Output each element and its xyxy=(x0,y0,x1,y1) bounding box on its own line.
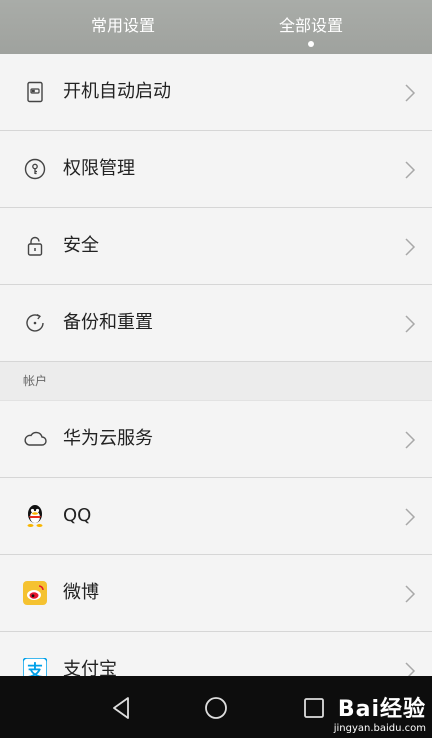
settings-item-label: QQ xyxy=(63,505,92,526)
chevron-right-icon xyxy=(405,84,416,102)
settings-item-label: 微博 xyxy=(63,582,99,603)
back-triangle-icon[interactable] xyxy=(108,694,136,722)
backup-reset-icon xyxy=(23,311,47,335)
settings-item-label: 华为云服务 xyxy=(63,428,153,449)
tab-common-settings[interactable]: 常用设置 xyxy=(33,0,213,54)
settings-item-permissions[interactable]: 权限管理 xyxy=(0,131,432,208)
chevron-right-icon xyxy=(405,431,416,449)
settings-list: 开机自动启动 权限管理 安全 备份和重置 帐户 华为云服务 QQ 微博 支 支付… xyxy=(0,54,432,709)
system-navigation-bar: Bai经验 jingyan.baidu.com xyxy=(0,676,432,738)
weibo-icon xyxy=(23,581,47,605)
settings-item-label: 权限管理 xyxy=(63,158,135,179)
section-header-account: 帐户 xyxy=(0,362,432,401)
settings-item-security[interactable]: 安全 xyxy=(0,208,432,285)
qq-penguin-icon xyxy=(23,504,47,528)
recent-apps-square-icon[interactable] xyxy=(300,694,328,722)
chevron-right-icon xyxy=(405,315,416,333)
settings-item-label: 备份和重置 xyxy=(63,312,153,333)
tab-all-settings[interactable]: 全部设置 xyxy=(221,0,401,54)
power-switch-icon xyxy=(23,80,47,104)
settings-item-label: 开机自动启动 xyxy=(63,81,171,102)
chevron-right-icon xyxy=(405,508,416,526)
settings-item-huawei-cloud[interactable]: 华为云服务 xyxy=(0,401,432,478)
tab-all-settings-label: 全部设置 xyxy=(278,16,343,35)
lock-icon xyxy=(23,234,47,258)
settings-item-backup-reset[interactable]: 备份和重置 xyxy=(0,285,432,362)
settings-item-label: 安全 xyxy=(63,235,99,256)
watermark-main: Bai经验 xyxy=(337,697,426,722)
baidu-jingyan-watermark: Bai经验 jingyan.baidu.com xyxy=(334,691,426,734)
settings-item-qq[interactable]: QQ xyxy=(0,478,432,555)
settings-item-weibo[interactable]: 微博 xyxy=(0,555,432,632)
permission-key-icon xyxy=(23,157,47,181)
chevron-right-icon xyxy=(405,585,416,603)
watermark-url: jingyan.baidu.com xyxy=(333,723,426,734)
active-tab-indicator xyxy=(308,41,314,47)
tab-common-settings-label: 常用设置 xyxy=(90,16,155,35)
cloud-icon xyxy=(23,427,47,451)
section-header-label: 帐户 xyxy=(23,374,48,388)
chevron-right-icon xyxy=(405,238,416,256)
home-circle-icon[interactable] xyxy=(202,694,230,722)
settings-tab-bar: 常用设置 全部设置 xyxy=(0,0,432,54)
chevron-right-icon xyxy=(405,161,416,179)
settings-item-auto-start[interactable]: 开机自动启动 xyxy=(0,54,432,131)
